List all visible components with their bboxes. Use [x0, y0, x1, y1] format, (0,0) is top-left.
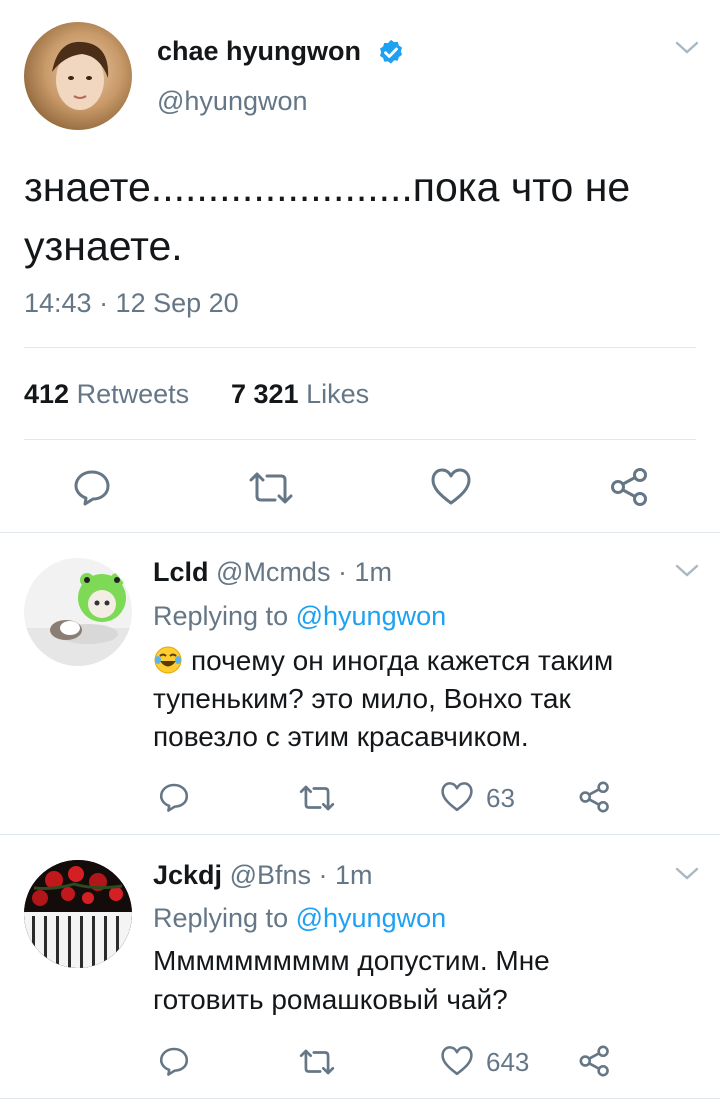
retweet-icon[interactable]	[247, 468, 295, 508]
reply-text-line3: повезло с этим красавчиком.	[153, 721, 529, 752]
reply-text-line2: готовить ромашковый чай?	[153, 984, 508, 1015]
retweets-count: 412	[24, 379, 70, 409]
like-count: 63	[486, 783, 515, 813]
reply-icon[interactable]	[72, 467, 112, 507]
main-handle[interactable]: @hyungwon	[157, 86, 308, 117]
reply-header: Lcld @Mcmds · 1m	[153, 557, 392, 588]
divider	[0, 532, 720, 533]
like-icon[interactable]	[440, 1045, 474, 1077]
retweet-icon[interactable]	[298, 1046, 336, 1078]
likes-stat[interactable]: 7 321 Likes	[231, 379, 369, 410]
reply-text: почему он иногда кажется таким	[191, 645, 614, 676]
reply-display-name[interactable]: Lcld	[153, 557, 209, 587]
share-icon[interactable]	[609, 466, 651, 508]
replying-to-link[interactable]: @hyungwon	[296, 601, 447, 631]
replying-to: Replying to @hyungwon	[153, 903, 446, 934]
chevron-down-icon[interactable]	[674, 563, 700, 584]
reply-icon[interactable]	[157, 781, 191, 813]
reply-text-line1: Мммммммммм допустим. Мне	[153, 945, 550, 976]
replying-to-label: Replying to	[153, 903, 289, 933]
reply-icon[interactable]	[157, 1045, 191, 1077]
reply-handle-time[interactable]: @Bfns · 1m	[230, 860, 373, 890]
reply-text-line2: тупеньким? это мило, Вонхо так	[153, 683, 571, 714]
verified-badge-icon	[376, 38, 406, 73]
like-count: 643	[486, 1047, 530, 1077]
tweet-timestamp[interactable]: 14:43 · 12 Sep 20	[24, 288, 239, 319]
laughing-emoji-icon	[153, 645, 183, 675]
share-icon[interactable]	[578, 780, 612, 814]
like-icon[interactable]	[430, 467, 472, 507]
tweet-text-line1: знаете.......................пока что не	[24, 164, 631, 210]
divider	[0, 834, 720, 835]
divider	[0, 1098, 720, 1099]
replying-to-link[interactable]: @hyungwon	[296, 903, 447, 933]
tweet-text-line2: узнаете.	[24, 223, 183, 269]
main-display-name[interactable]: chae hyungwon	[157, 36, 361, 67]
reply-avatar[interactable]	[24, 860, 132, 968]
chevron-down-icon[interactable]	[674, 40, 700, 61]
retweets-stat[interactable]: 412 Retweets	[24, 379, 189, 410]
reply-header: Jckdj @Bfns · 1m	[153, 860, 373, 891]
main-avatar[interactable]	[24, 22, 132, 130]
replying-to: Replying to @hyungwon	[153, 601, 446, 632]
like-icon[interactable]	[440, 781, 474, 813]
share-icon[interactable]	[578, 1044, 612, 1078]
retweet-icon[interactable]	[298, 782, 336, 814]
reply-text-line1: почему он иногда кажется таким	[153, 645, 613, 677]
divider	[24, 347, 696, 348]
likes-label: Likes	[306, 379, 370, 409]
replying-to-label: Replying to	[153, 601, 289, 631]
likes-count: 7 321	[231, 379, 299, 409]
reply-handle-time[interactable]: @Mcmds · 1m	[216, 557, 392, 587]
reply-avatar[interactable]	[24, 558, 132, 666]
divider	[24, 439, 696, 440]
reply-display-name[interactable]: Jckdj	[153, 860, 222, 890]
chevron-down-icon[interactable]	[674, 866, 700, 887]
retweets-label: Retweets	[76, 379, 190, 409]
